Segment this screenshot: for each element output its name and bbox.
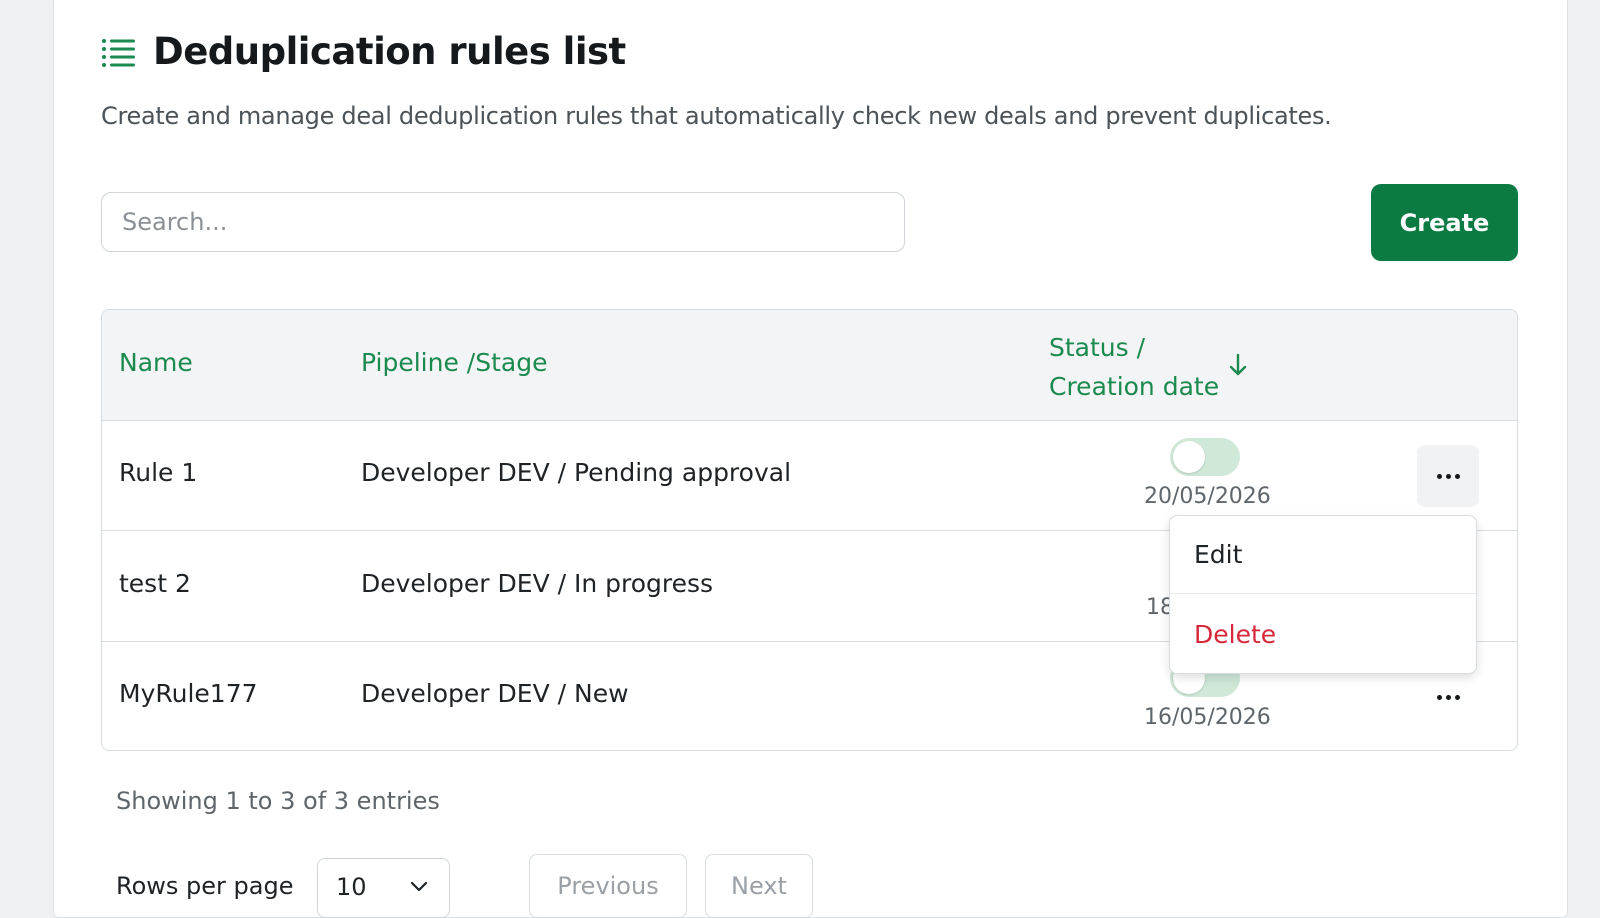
- rows-per-page-value: 10: [336, 873, 367, 901]
- rule-pipeline: Developer DEV / New: [361, 679, 629, 708]
- rule-name: MyRule177: [119, 679, 258, 708]
- previous-page-button[interactable]: Previous: [529, 854, 687, 918]
- page-subtitle: Create and manage deal deduplication rul…: [101, 102, 1332, 130]
- rule-pipeline: Developer DEV / In progress: [361, 569, 714, 598]
- rows-per-page-label: Rows per page: [116, 872, 294, 900]
- title-row: Deduplication rules list: [101, 30, 626, 73]
- table-header: Name Pipeline /Stage Status / Creation d…: [102, 310, 1517, 421]
- column-header-status-line2: Creation date: [1049, 372, 1220, 401]
- list-icon: [101, 34, 137, 70]
- entries-summary: Showing 1 to 3 of 3 entries: [116, 787, 440, 815]
- column-header-pipeline[interactable]: Pipeline /Stage: [361, 348, 547, 377]
- rule-pipeline: Developer DEV / Pending approval: [361, 458, 792, 487]
- column-header-status[interactable]: Status / Creation date: [1049, 328, 1219, 406]
- ellipsis-icon: [1436, 473, 1460, 479]
- toggle-knob: [1173, 441, 1205, 473]
- row-actions-menu: Edit Delete: [1169, 515, 1477, 674]
- search-input[interactable]: [101, 192, 905, 252]
- rule-name: test 2: [119, 569, 191, 598]
- column-header-status-line1: Status /: [1049, 333, 1146, 362]
- create-button[interactable]: Create: [1371, 184, 1518, 261]
- page-title: Deduplication rules list: [153, 30, 626, 73]
- rule-name: Rule 1: [119, 458, 198, 487]
- creation-date: 20/05/2026: [1144, 484, 1271, 509]
- next-page-button[interactable]: Next: [705, 854, 813, 918]
- menu-item-edit[interactable]: Edit: [1170, 516, 1476, 594]
- ellipsis-icon: [1436, 694, 1460, 700]
- row-actions-button[interactable]: [1417, 666, 1479, 728]
- arrow-down-icon[interactable]: [1227, 352, 1249, 378]
- creation-date: 16/05/2026: [1144, 705, 1271, 730]
- status-toggle[interactable]: [1170, 438, 1240, 476]
- column-header-name[interactable]: Name: [119, 348, 193, 377]
- rows-per-page-select[interactable]: 10: [317, 858, 450, 918]
- menu-item-delete[interactable]: Delete: [1170, 595, 1476, 673]
- row-actions-button[interactable]: [1417, 445, 1479, 507]
- chevron-down-icon: [410, 881, 428, 892]
